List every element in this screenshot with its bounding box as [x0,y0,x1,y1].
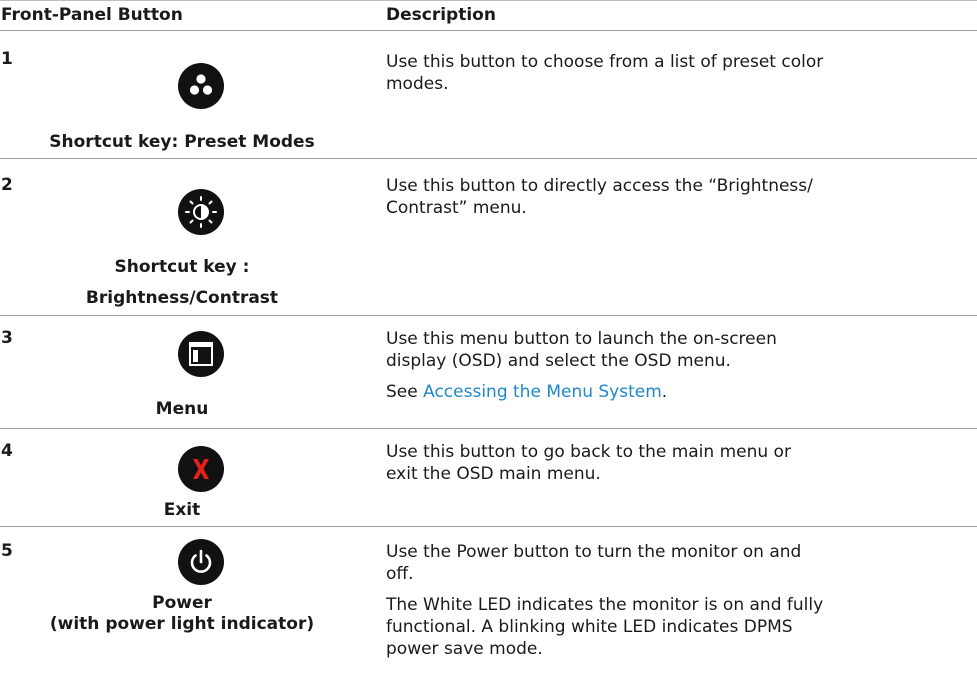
row-description: Use this button to directly access the “… [386,175,826,219]
see-prefix: See [386,382,424,402]
power-icon [178,539,224,585]
brightness-contrast-icon [178,189,224,235]
table-row-3: 3 Menu Use this menu button to launch th… [0,316,977,429]
table-header: Front-Panel Button Description [0,0,977,31]
button-label: Shortcut key: Preset Modes [49,132,315,152]
button-label-line2: (with power light indicator) [49,614,315,634]
description-text: Use the Power button to turn the monitor… [386,542,802,584]
button-label-line2: Brightness/Contrast [85,288,279,308]
row-description: Use the Power button to turn the monitor… [386,541,826,660]
button-label: Menu [155,399,209,419]
preset-modes-icon [178,63,224,109]
description-text-2: The White LED indicates the monitor is o… [386,595,824,659]
table-row-2: 2 Shortcut key : Brightness/Contrast Use… [0,159,977,316]
row-description: Use this menu button to launch the on-sc… [386,328,826,403]
row-number: 1 [1,49,13,69]
table-row-1: 1 Shortcut key: Preset Modes Use this bu… [0,31,977,159]
description-text: Use this button to directly access the “… [386,176,813,218]
description-text: Use this button to choose from a list of… [386,52,824,94]
front-panel-button-table: Front-Panel Button Description 1 Shortcu… [0,0,977,681]
row-number: 2 [1,175,13,195]
table-row-4: 4 Exit Use this button to go back to the… [0,429,977,527]
button-label-line1: Shortcut key : [114,257,250,277]
description-text: Use this menu button to launch the on-sc… [386,329,777,371]
button-label-line1: Power [152,593,212,613]
header-front-panel-button: Front-Panel Button [1,5,183,25]
row-number: 5 [1,541,13,561]
row-description: Use this button to go back to the main m… [386,441,826,485]
table-row-5: 5 Power (with power light indicator) Use… [0,527,977,681]
button-label: Exit [163,500,201,520]
accessing-menu-system-link[interactable]: Accessing the Menu System [423,382,662,402]
see-suffix: . [661,382,668,402]
row-number: 4 [1,441,13,461]
row-number: 3 [1,328,13,348]
menu-icon [178,331,224,377]
description-text: Use this button to go back to the main m… [386,442,791,484]
header-description: Description [386,5,496,25]
exit-x-icon [178,446,224,492]
row-description: Use this button to choose from a list of… [386,51,826,95]
see-also: See Accessing the Menu System. [386,381,826,403]
